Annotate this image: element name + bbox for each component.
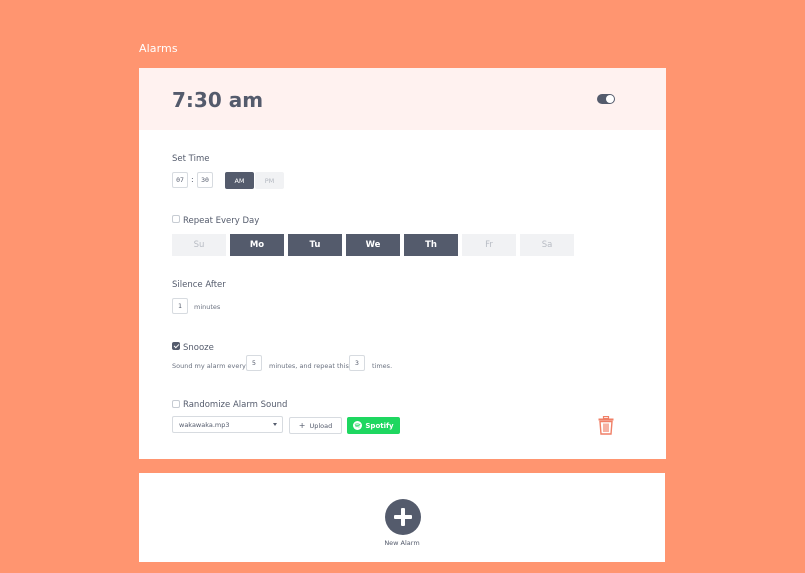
spotify-icon: [353, 421, 363, 430]
am-button[interactable]: AM: [225, 172, 254, 189]
new-alarm-label: New Alarm: [384, 539, 420, 547]
snooze-text-middle: minutes, and repeat this: [269, 362, 349, 370]
minute-input[interactable]: 30: [197, 172, 213, 188]
plus-icon: +: [298, 420, 306, 430]
spotify-label: Spotify: [365, 421, 394, 430]
toggle-knob: [606, 95, 614, 103]
sound-select-value: wakawaka.mp3: [179, 420, 230, 429]
alarm-card: 7:30 am Set Time 07 : 30 AM PM Repeat Ev…: [139, 68, 666, 459]
alarm-time-display: 7:30 am: [172, 88, 264, 112]
silence-minutes-input[interactable]: 1: [172, 298, 188, 314]
randomize-checkbox[interactable]: [172, 400, 180, 408]
repeat-checkbox[interactable]: [172, 215, 180, 223]
new-alarm-card: New Alarm: [139, 473, 665, 562]
day-monday[interactable]: Mo: [230, 234, 284, 256]
day-tuesday[interactable]: Tu: [288, 234, 342, 256]
silence-unit-label: minutes: [194, 303, 221, 311]
alarm-card-header: 7:30 am: [139, 68, 666, 130]
day-sunday[interactable]: Su: [172, 234, 226, 256]
day-thursday[interactable]: Th: [404, 234, 458, 256]
pm-button[interactable]: PM: [255, 172, 284, 189]
snooze-label: Snooze: [183, 343, 214, 353]
spotify-button[interactable]: Spotify: [347, 417, 400, 434]
add-alarm-button[interactable]: [385, 499, 421, 535]
snooze-text-suffix: times.: [372, 362, 393, 370]
silence-after-label: Silence After: [172, 280, 226, 290]
day-wednesday[interactable]: We: [346, 234, 400, 256]
trash-icon[interactable]: [598, 416, 614, 435]
upload-label: Upload: [309, 421, 333, 430]
set-time-label: Set Time: [172, 154, 210, 164]
snooze-text-prefix: Sound my alarm every: [172, 362, 246, 370]
repeat-label: Repeat Every Day: [183, 216, 260, 226]
page-title: Alarms: [139, 42, 178, 55]
time-separator: :: [191, 175, 194, 184]
randomize-label: Randomize Alarm Sound: [183, 400, 288, 410]
upload-button[interactable]: + Upload: [289, 417, 342, 434]
chevron-down-icon: [273, 423, 277, 426]
snooze-checkbox[interactable]: [172, 342, 180, 350]
day-friday[interactable]: Fr: [462, 234, 516, 256]
day-saturday[interactable]: Sa: [520, 234, 574, 256]
snooze-repeat-input[interactable]: 3: [349, 355, 365, 371]
alarm-enabled-toggle[interactable]: [597, 94, 615, 104]
sound-select[interactable]: wakawaka.mp3: [172, 416, 283, 433]
hour-input[interactable]: 07: [172, 172, 188, 188]
snooze-minutes-input[interactable]: 5: [246, 355, 262, 371]
